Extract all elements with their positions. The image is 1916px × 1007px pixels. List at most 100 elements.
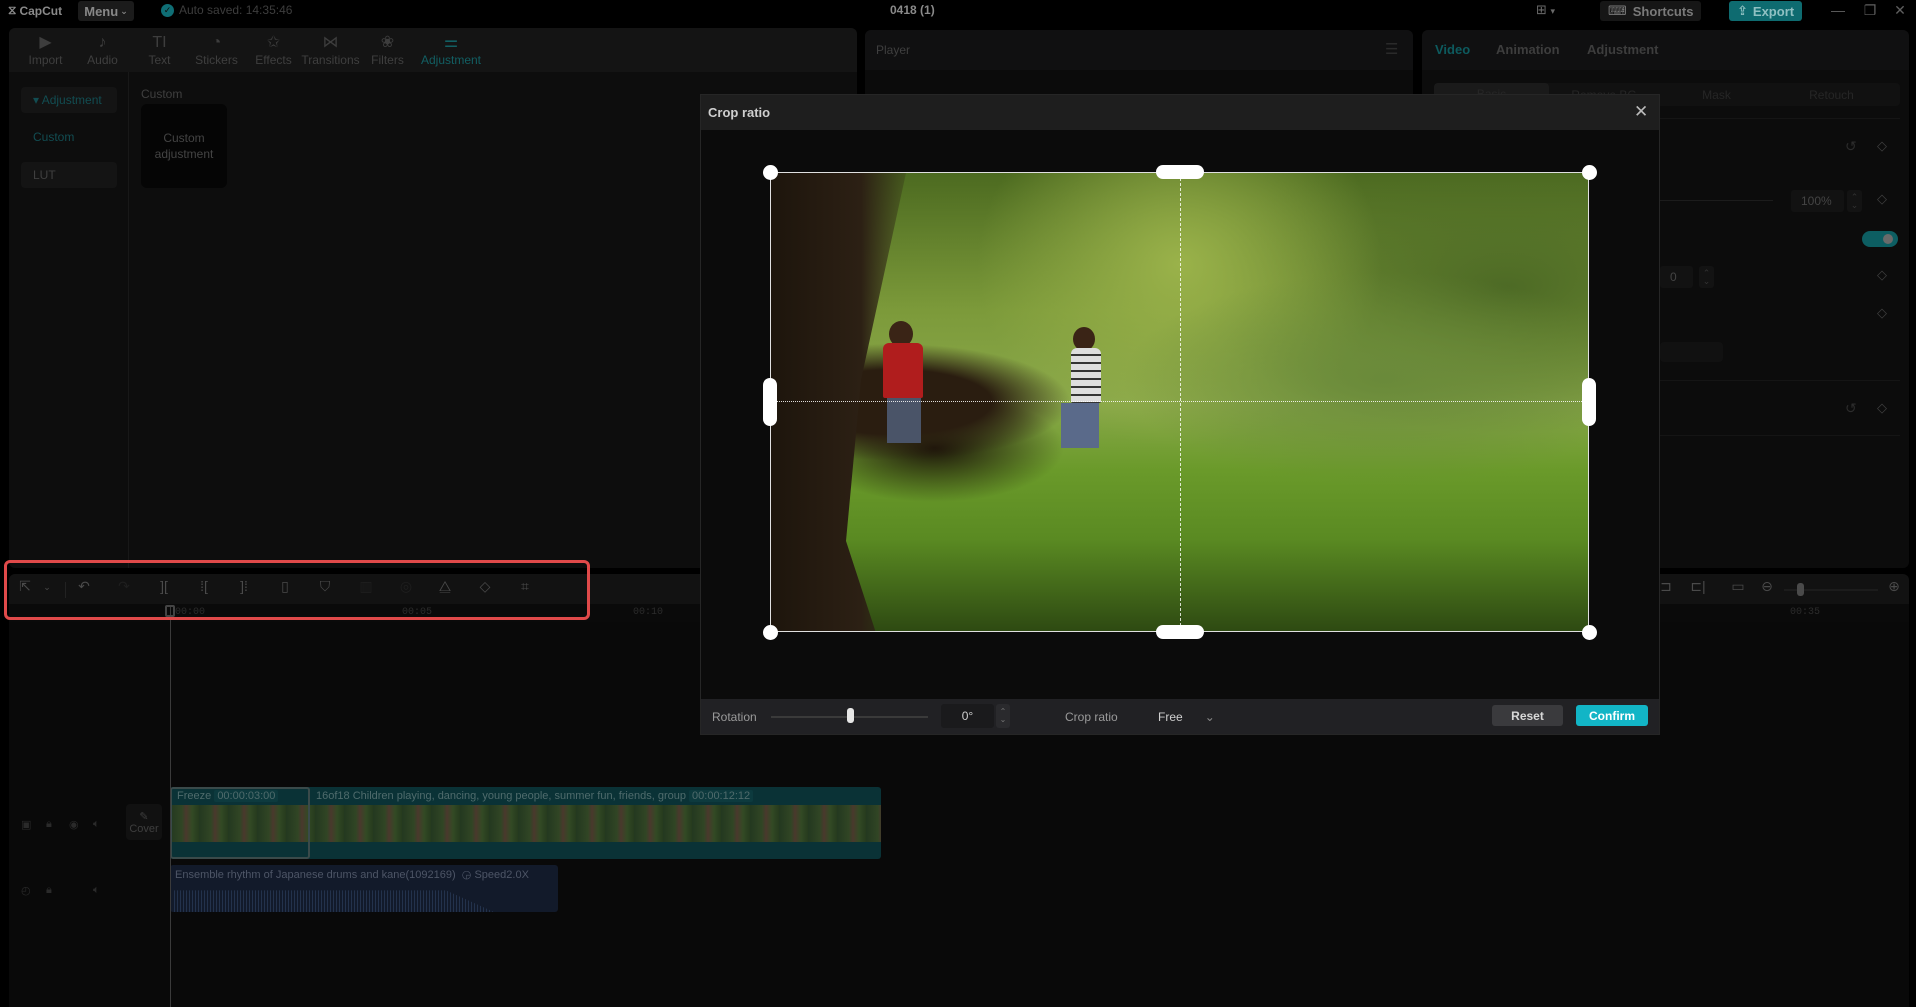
figure-body bbox=[883, 343, 923, 398]
figure-legs bbox=[887, 398, 921, 443]
confirm-button[interactable]: Confirm bbox=[1576, 705, 1648, 726]
audio-clip-label: Ensemble rhythm of Japanese drums and ka… bbox=[175, 869, 529, 881]
rotation-stepper[interactable]: ⌃ ⌄ bbox=[996, 704, 1010, 728]
tool-filters[interactable]: ❀ Filters bbox=[359, 28, 416, 72]
freeze-segment[interactable] bbox=[170, 787, 310, 859]
close-window-button[interactable]: ✕ bbox=[1890, 2, 1910, 19]
eye-icon[interactable]: ◉ bbox=[69, 818, 79, 831]
align-buttons[interactable] bbox=[1660, 342, 1723, 362]
crop-handle-top-right[interactable] bbox=[1582, 165, 1597, 180]
tool-transitions[interactable]: ⋈ Transitions bbox=[301, 28, 359, 72]
crop-ratio-label: Crop ratio bbox=[1065, 710, 1118, 724]
uniform-scale-toggle[interactable] bbox=[1862, 231, 1898, 247]
crop-handle-left[interactable] bbox=[763, 378, 777, 426]
zoom-out-icon[interactable]: ⊖ bbox=[1756, 578, 1778, 595]
nav-adjustment[interactable]: ▾ Adjustment bbox=[21, 87, 117, 113]
crop-ratio-select[interactable]: Free ⌄ bbox=[1158, 710, 1215, 724]
speaker-icon[interactable]: 🔈︎ bbox=[93, 818, 100, 831]
scale-slider[interactable] bbox=[1660, 200, 1773, 201]
capcut-logo-icon: ⧖ bbox=[8, 3, 17, 17]
tool-adjustment[interactable]: ⚌ Adjustment bbox=[416, 28, 486, 72]
nav-custom[interactable]: Custom bbox=[21, 124, 117, 150]
clip-title: 16of18 Children playing, dancing, young … bbox=[316, 790, 754, 802]
crop-preview[interactable] bbox=[770, 172, 1589, 632]
chevron-down-icon: ⌄ bbox=[120, 5, 128, 16]
speaker-icon[interactable]: 🔈︎ bbox=[93, 884, 100, 897]
zoom-fit-icon[interactable]: ▭ bbox=[1727, 578, 1749, 595]
menu-button[interactable]: Menu ⌄ bbox=[78, 1, 134, 21]
restore-button[interactable]: ❐ bbox=[1860, 2, 1880, 19]
scale-stepper[interactable]: ⌃ ⌄ bbox=[1847, 190, 1862, 212]
crop-handle-bottom-left[interactable] bbox=[763, 625, 778, 640]
ruler-label: 00:10 bbox=[633, 607, 664, 618]
lock-icon[interactable]: 🔒︎ bbox=[46, 884, 52, 897]
tool-text[interactable]: TI Text bbox=[131, 28, 188, 72]
figure-body bbox=[1071, 348, 1101, 403]
player-header bbox=[865, 30, 1413, 70]
minimize-button[interactable]: — bbox=[1828, 2, 1848, 18]
crop-dialog-title: Crop ratio bbox=[708, 105, 771, 120]
hamburger-menu-icon[interactable]: ☰ bbox=[1385, 40, 1398, 58]
track-video-icon: ▣ bbox=[21, 819, 32, 831]
highlight-annotation bbox=[4, 560, 590, 620]
figure-legs bbox=[1061, 403, 1099, 448]
rotation-slider-thumb[interactable] bbox=[846, 708, 854, 723]
tab-adjustment[interactable]: Adjustment bbox=[1587, 42, 1659, 57]
crop-handle-top-left[interactable] bbox=[763, 165, 778, 180]
video-clip[interactable]: Freeze 00:00:03:00 16of18 Children playi… bbox=[170, 787, 881, 859]
tool-stickers[interactable]: ◔ Stickers bbox=[188, 28, 245, 72]
tool-import[interactable]: ▶ Import bbox=[17, 28, 74, 72]
tab-animation[interactable]: Animation bbox=[1496, 42, 1560, 57]
crop-handle-bottom[interactable] bbox=[1156, 625, 1204, 639]
custom-adjustment-card[interactable]: Custom adjustment bbox=[141, 104, 227, 188]
subtab-mask[interactable]: Mask bbox=[1659, 88, 1774, 102]
adjustment-icon: ⚌ bbox=[443, 33, 459, 51]
audio-icon: ♪ bbox=[98, 33, 107, 51]
tool-effects[interactable]: ✩ Effects bbox=[245, 28, 302, 72]
playhead[interactable] bbox=[170, 606, 171, 1007]
position-stepper[interactable]: ⌃ ⌄ bbox=[1699, 266, 1714, 288]
reset-icon[interactable]: ↺ bbox=[1845, 400, 1857, 417]
tool-audio[interactable]: ♪ Audio bbox=[74, 28, 131, 72]
subtab-retouch[interactable]: Retouch bbox=[1774, 88, 1889, 102]
position-input[interactable]: 0 bbox=[1660, 266, 1693, 288]
chevron-down-icon: ▾ bbox=[1550, 6, 1556, 16]
crop-handle-top[interactable] bbox=[1156, 165, 1204, 179]
reset-button[interactable]: Reset bbox=[1492, 705, 1563, 726]
ruler-label: 00:35 bbox=[1790, 607, 1821, 618]
tab-video[interactable]: Video bbox=[1435, 42, 1470, 57]
cover-button[interactable]: ✎ Cover bbox=[126, 804, 162, 840]
crop-guide-vertical bbox=[1180, 173, 1181, 631]
speed-icon: ◶ bbox=[461, 869, 472, 881]
export-button[interactable]: ⇪ Export bbox=[1729, 1, 1803, 21]
document-title: 0418 (1) bbox=[890, 3, 935, 17]
shortcuts-button[interactable]: ⌨ Shortcuts bbox=[1600, 1, 1702, 21]
keyframe-icon[interactable]: ◇ bbox=[1877, 138, 1887, 154]
filters-icon: ❀ bbox=[380, 33, 395, 51]
split-view-icon[interactable]: ⊏| bbox=[1687, 578, 1709, 595]
section-label: Custom bbox=[141, 87, 183, 101]
layout-button[interactable]: ⊞ ▾ bbox=[1536, 2, 1555, 18]
crop-handle-right[interactable] bbox=[1582, 378, 1596, 426]
upload-icon: ⇪ bbox=[1737, 3, 1748, 18]
music-icon: ◴ bbox=[21, 885, 31, 897]
divider bbox=[1660, 435, 1900, 436]
crop-handle-bottom-right[interactable] bbox=[1582, 625, 1597, 640]
keyboard-icon: ⌨ bbox=[1608, 3, 1627, 18]
keyframe-icon[interactable]: ◇ bbox=[1877, 267, 1887, 283]
keyframe-icon[interactable]: ◇ bbox=[1877, 400, 1887, 416]
zoom-in-icon[interactable]: ⊕ bbox=[1883, 578, 1905, 595]
keyframe-icon[interactable]: ◇ bbox=[1877, 191, 1887, 207]
audio-clip[interactable]: Ensemble rhythm of Japanese drums and ka… bbox=[170, 865, 558, 912]
keyframe-icon[interactable]: ◇ bbox=[1877, 305, 1887, 321]
divider bbox=[1660, 118, 1900, 119]
reset-icon[interactable]: ↺ bbox=[1845, 138, 1857, 155]
rotation-input[interactable]: 0° bbox=[941, 704, 994, 728]
scale-input[interactable]: 100% bbox=[1791, 190, 1844, 212]
nav-lut[interactable]: LUT bbox=[21, 162, 117, 188]
lock-icon[interactable]: 🔒︎ bbox=[46, 818, 52, 831]
timeline-zoom-thumb[interactable] bbox=[1797, 583, 1804, 596]
close-icon[interactable]: ✕ bbox=[1634, 102, 1648, 122]
crop-guide-horizontal bbox=[771, 401, 1588, 402]
rotation-label: Rotation bbox=[712, 710, 757, 724]
